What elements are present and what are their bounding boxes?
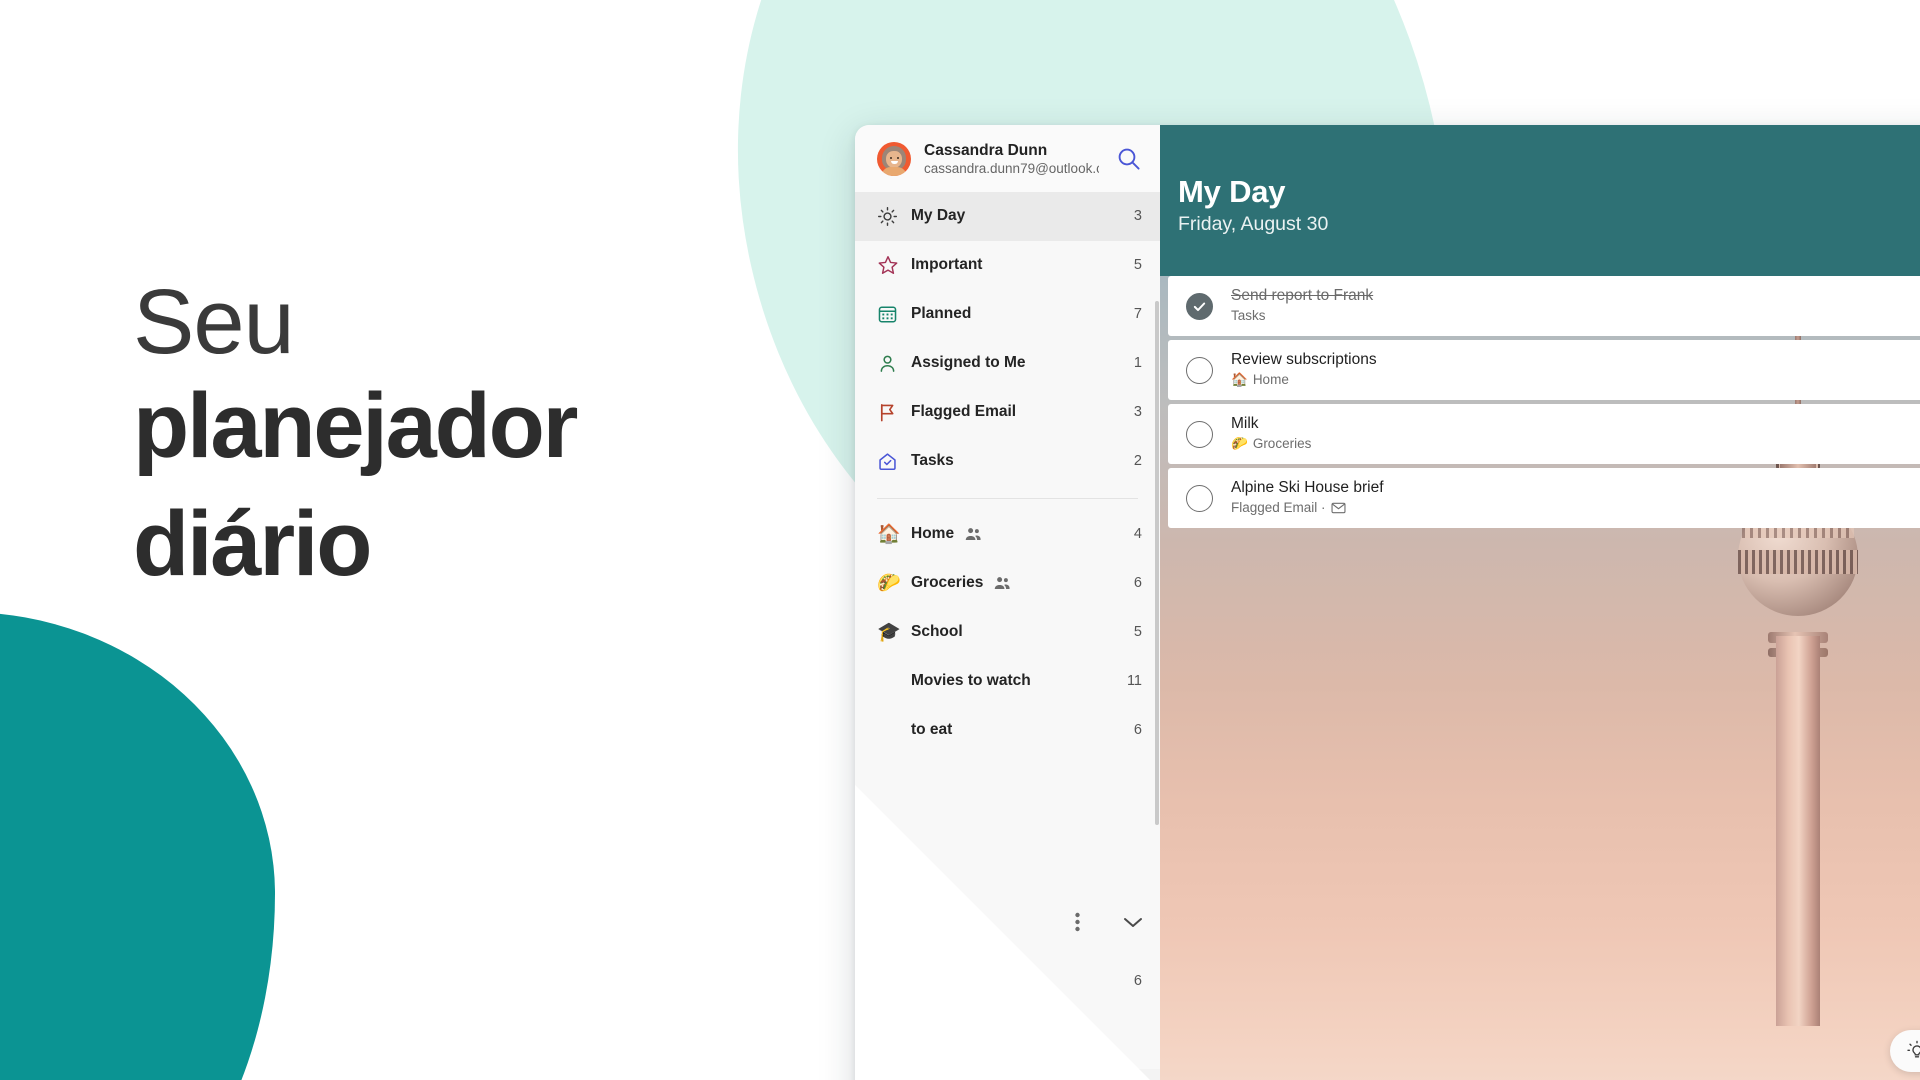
- page-title: My Day: [1178, 174, 1286, 209]
- task-title: Milk: [1231, 415, 1259, 433]
- sidebar-item-count: 6: [1133, 722, 1142, 739]
- task-list: Send report to Frank Tasks Review subscr…: [1168, 276, 1920, 532]
- sidebar-scrollbar[interactable]: [1155, 301, 1159, 825]
- house-check-icon: [877, 451, 911, 472]
- account-header[interactable]: Cassandra Dunn cassandra.dunn79@outlook.…: [855, 125, 1160, 192]
- hero-line-2: planejador: [133, 375, 578, 477]
- task-list-name: Flagged Email ·: [1231, 500, 1326, 516]
- lightbulb-suggestions-icon: [1906, 1040, 1920, 1062]
- calendar-icon: [877, 304, 911, 325]
- page-date: Friday, August 30: [1178, 212, 1329, 235]
- hero-line-3: diário: [133, 492, 372, 595]
- task-meta: Flagged Email ·: [1231, 499, 1920, 518]
- star-icon: [877, 254, 911, 276]
- sidebar-divider: [877, 497, 1138, 499]
- envelope-icon: [1331, 502, 1346, 514]
- checkbox-empty-icon[interactable]: [1186, 484, 1213, 512]
- sidebar-item-tasks[interactable]: Tasks 2: [855, 437, 1160, 486]
- sidebar-toolbar: [1064, 909, 1146, 935]
- sun-icon: [877, 206, 911, 227]
- sidebar-item-label: Home: [911, 525, 1134, 543]
- sidebar-item-planned[interactable]: Planned 7: [855, 290, 1160, 339]
- list-name: Home: [911, 525, 955, 543]
- sidebar-item-label: Tasks: [911, 452, 954, 470]
- sidebar-item-count: 5: [1133, 257, 1142, 274]
- task-meta: 🌮 Groceries: [1231, 435, 1920, 454]
- my-day-pane: My Day Friday, August 30 Send report to …: [1160, 125, 1920, 1080]
- account-name: Cassandra Dunn: [924, 142, 1048, 159]
- sidebar-item-count: 1: [1133, 355, 1142, 372]
- graduation-cap-emoji-icon: 🎓: [877, 621, 901, 643]
- hero-headline: Seu planejador diário: [133, 276, 773, 604]
- today-suggestions-pill[interactable]: Today: [1889, 1030, 1920, 1072]
- checkbox-empty-icon[interactable]: [1186, 356, 1213, 384]
- sidebar-item-to-eat[interactable]: to eat 6: [855, 706, 1160, 755]
- sidebar-item-assigned-to-me[interactable]: Assigned to Me 1: [855, 339, 1160, 388]
- house-emoji-icon: 🏠: [877, 523, 901, 545]
- flag-icon: [877, 402, 911, 423]
- task-row[interactable]: Alpine Ski House brief Flagged Email ·: [1168, 468, 1920, 528]
- task-list-name: Home: [1252, 372, 1289, 388]
- sidebar-item-groceries[interactable]: 🌮 Groceries 6: [855, 559, 1160, 608]
- sidebar-footer: [855, 1069, 1160, 1080]
- task-meta: Tasks: [1231, 307, 1920, 326]
- task-title: Alpine Ski House brief: [1231, 479, 1384, 497]
- sidebar-item-label: Groceries: [911, 574, 1134, 592]
- page-root: Seu planejador diário Cassandra Dunn cas…: [0, 0, 1920, 1080]
- sidebar-item-important[interactable]: Important 5: [855, 241, 1160, 290]
- app-window: Cassandra Dunn cassandra.dunn79@outlook.…: [855, 125, 1920, 1080]
- sidebar-item-count: 11: [1126, 673, 1142, 690]
- sidebar-item-count: 4: [1133, 526, 1142, 543]
- sidebar-item-label: Important: [911, 256, 983, 274]
- sidebar-item-my-day[interactable]: My Day 3: [855, 191, 1160, 241]
- sidebar-item-label: Movies to watch: [911, 672, 1031, 690]
- sidebar-item-label: Planned: [911, 305, 972, 323]
- sidebar-item-count: 2: [1133, 453, 1142, 470]
- list-name: Groceries: [911, 574, 984, 592]
- sidebar-item-label: My Day: [911, 207, 966, 225]
- sidebar: Cassandra Dunn cassandra.dunn79@outlook.…: [855, 125, 1195, 1080]
- task-row[interactable]: Send report to Frank Tasks: [1168, 276, 1920, 336]
- person-icon: [877, 353, 911, 374]
- task-row[interactable]: Review subscriptions 🏠 Home: [1168, 340, 1920, 400]
- task-meta: 🏠 Home: [1231, 371, 1920, 390]
- shared-people-icon: [994, 576, 1011, 590]
- sidebar-item-count: 6: [1133, 575, 1142, 592]
- smart-list-nav: My Day 3 Important 5 Planned 7 Assigned …: [855, 191, 1160, 755]
- taco-emoji-icon: 🌮: [877, 572, 901, 594]
- checkbox-checked-icon[interactable]: [1186, 292, 1213, 320]
- sidebar-item-school[interactable]: 🎓 School 5: [855, 608, 1160, 657]
- sidebar-item-count: 3: [1133, 208, 1142, 225]
- sidebar-item-label: Flagged Email: [911, 403, 1017, 421]
- sidebar-item-count: 5: [1133, 624, 1142, 641]
- avatar[interactable]: [877, 142, 911, 177]
- sidebar-item-label: Assigned to Me: [911, 354, 1026, 372]
- checkbox-empty-icon[interactable]: [1186, 420, 1213, 448]
- sidebar-item-count: 3: [1133, 404, 1142, 421]
- sidebar-item-label: School: [911, 623, 963, 641]
- search-icon[interactable]: [1112, 142, 1146, 176]
- hero-line-1: Seu: [133, 271, 295, 373]
- task-title: Send report to Frank: [1231, 287, 1374, 305]
- task-list-name: Groceries: [1252, 436, 1312, 452]
- teal-decorative-blob: [0, 612, 275, 1080]
- sidebar-item-label: to eat: [911, 721, 953, 739]
- sidebar-item-home[interactable]: 🏠 Home 4: [855, 510, 1160, 559]
- chevron-down-icon[interactable]: [1120, 909, 1146, 935]
- account-email: cassandra.dunn79@outlook.com: [924, 161, 1099, 177]
- sidebar-item-movies-to-watch[interactable]: Movies to watch 11: [855, 657, 1160, 706]
- pane-header: My Day Friday, August 30: [1160, 125, 1920, 276]
- task-row[interactable]: Milk 🌮 Groceries: [1168, 404, 1920, 464]
- taco-emoji-icon: 🌮: [1231, 436, 1248, 452]
- task-title: Review subscriptions: [1231, 351, 1377, 369]
- shared-people-icon: [965, 527, 982, 541]
- house-emoji-icon: 🏠: [1231, 372, 1248, 388]
- sidebar-item-count: 7: [1133, 306, 1142, 323]
- more-vertical-icon[interactable]: [1064, 909, 1090, 935]
- sidebar-trailing-count: 6: [1133, 973, 1142, 989]
- sidebar-item-flagged-email[interactable]: Flagged Email 3: [855, 388, 1160, 437]
- task-list-name: Tasks: [1231, 308, 1266, 324]
